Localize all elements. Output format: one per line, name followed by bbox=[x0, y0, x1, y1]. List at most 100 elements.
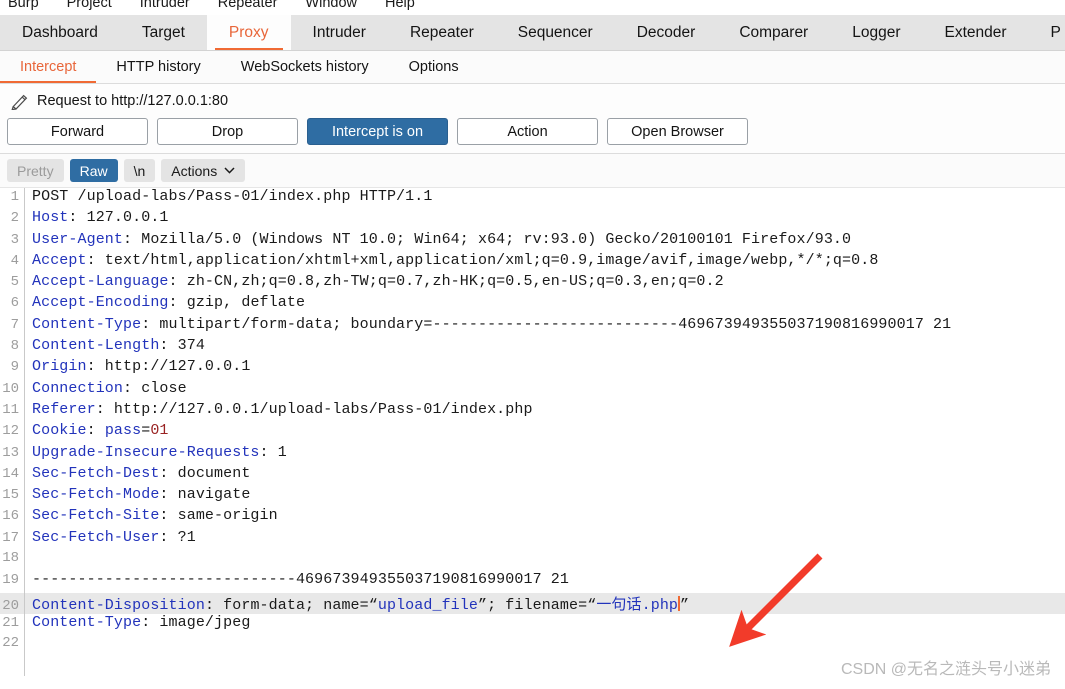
code-span: : 374 bbox=[159, 337, 205, 355]
code-line-10[interactable]: 10 Connection: close bbox=[0, 380, 1065, 401]
code-line-22[interactable]: 22 bbox=[0, 635, 1065, 656]
code-line-21[interactable]: 21 Content-Type: image/jpeg bbox=[0, 614, 1065, 635]
code-line-4[interactable]: 4 Accept: text/html,application/xhtml+xml… bbox=[0, 252, 1065, 273]
newline-toggle-button[interactable]: \n bbox=[123, 159, 156, 182]
editor-toolbar: Pretty Raw \n Actions bbox=[0, 154, 1065, 188]
subtab-websockets-history[interactable]: WebSockets history bbox=[221, 51, 389, 83]
tab-sequencer[interactable]: Sequencer bbox=[496, 15, 615, 50]
line-content: Content-Length: 374 bbox=[24, 337, 205, 354]
line-number-gutter-divider bbox=[0, 188, 25, 676]
code-line-8[interactable]: 8 Content-Length: 374 bbox=[0, 337, 1065, 358]
menu-item-burp[interactable]: Burp bbox=[8, 0, 39, 11]
subtab-http-history[interactable]: HTTP history bbox=[96, 51, 220, 83]
code-line-5[interactable]: 5 Accept-Language: zh-CN,zh;q=0.8,zh-TW;q… bbox=[0, 273, 1065, 294]
menu-bar: Burp Project Intruder Repeater Window He… bbox=[0, 0, 1065, 15]
line-content: User-Agent: Mozilla/5.0 (Windows NT 10.0… bbox=[24, 231, 851, 248]
code-line-2[interactable]: 2 Host: 127.0.0.1 bbox=[0, 209, 1065, 230]
code-line-19[interactable]: 19 -----------------------------469673949… bbox=[0, 571, 1065, 592]
code-line-17[interactable]: 17 Sec-Fetch-User: ?1 bbox=[0, 529, 1065, 550]
line-content: Accept-Encoding: gzip, deflate bbox=[24, 294, 305, 311]
code-span: -----------------------------46967394935… bbox=[32, 571, 569, 589]
code-span: : 127.0.0.1 bbox=[68, 209, 169, 227]
tab-logger[interactable]: Logger bbox=[830, 15, 922, 50]
subtab-options[interactable]: Options bbox=[389, 51, 479, 83]
menu-item-intruder[interactable]: Intruder bbox=[140, 0, 190, 11]
tab-dashboard[interactable]: Dashboard bbox=[0, 15, 120, 50]
code-span: Accept-Language bbox=[32, 273, 169, 291]
code-span: Accept bbox=[32, 251, 87, 269]
request-editor[interactable]: 1 POST /upload-labs/Pass-01/index.php HTT… bbox=[0, 188, 1065, 676]
line-content: Sec-Fetch-Site: same-origin bbox=[24, 507, 278, 524]
code-span: ” bbox=[680, 596, 690, 614]
code-line-16[interactable]: 16 Sec-Fetch-Site: same-origin bbox=[0, 507, 1065, 528]
code-span: Accept-Encoding bbox=[32, 294, 169, 312]
code-span: User-Agent bbox=[32, 230, 124, 248]
code-line-6[interactable]: 6 Accept-Encoding: gzip, deflate bbox=[0, 294, 1065, 315]
raw-view-button[interactable]: Raw bbox=[69, 159, 118, 182]
line-content: Sec-Fetch-Mode: navigate bbox=[24, 486, 250, 503]
tab-target[interactable]: Target bbox=[120, 15, 207, 50]
line-content: Connection: close bbox=[24, 380, 187, 397]
tab-repeater[interactable]: Repeater bbox=[388, 15, 496, 50]
chevron-down-icon bbox=[224, 167, 235, 174]
menu-item-project[interactable]: Project bbox=[67, 0, 112, 11]
code-span: Host bbox=[32, 209, 69, 227]
open-browser-button[interactable]: Open Browser bbox=[607, 118, 748, 145]
drop-button[interactable]: Drop bbox=[157, 118, 298, 145]
tab-comparer[interactable]: Comparer bbox=[717, 15, 830, 50]
code-line-15[interactable]: 15 Sec-Fetch-Mode: navigate bbox=[0, 486, 1065, 507]
line-content: Accept: text/html,application/xhtml+xml,… bbox=[24, 252, 878, 269]
menu-item-help[interactable]: Help bbox=[385, 0, 415, 11]
line-content: POST /upload-labs/Pass-01/index.php HTTP… bbox=[24, 188, 432, 205]
tab-intruder[interactable]: Intruder bbox=[291, 15, 388, 50]
code-span: 一句话.php bbox=[596, 596, 679, 614]
code-span: Cookie bbox=[32, 422, 87, 440]
code-span: : text/html,application/xhtml+xml,applic… bbox=[86, 251, 879, 269]
code-line-20[interactable]: 20 Content-Disposition: form-data; name=“… bbox=[0, 592, 1065, 614]
tab-decoder[interactable]: Decoder bbox=[615, 15, 718, 50]
line-content: Sec-Fetch-User: ?1 bbox=[24, 529, 196, 546]
pencil-icon bbox=[11, 94, 28, 110]
tab-proxy[interactable]: Proxy bbox=[206, 15, 291, 50]
intercept-toggle-button[interactable]: Intercept is on bbox=[307, 118, 448, 145]
code-line-12[interactable]: 12 Cookie: pass=01 bbox=[0, 422, 1065, 443]
code-span: pass bbox=[104, 422, 142, 440]
code-line-18[interactable]: 18 bbox=[0, 550, 1065, 571]
code-span: 01 bbox=[150, 422, 169, 440]
forward-button[interactable]: Forward bbox=[7, 118, 148, 145]
subtab-intercept[interactable]: Intercept bbox=[0, 51, 97, 83]
line-content: Content-Type: image/jpeg bbox=[24, 614, 250, 631]
code-line-3[interactable]: 3 User-Agent: Mozilla/5.0 (Windows NT 10.… bbox=[0, 231, 1065, 252]
code-span: Content-Type bbox=[32, 315, 142, 333]
pretty-view-button[interactable]: Pretty bbox=[7, 159, 64, 182]
code-line-11[interactable]: 11 Referer: http://127.0.0.1/upload-labs/… bbox=[0, 401, 1065, 422]
code-span: Sec-Fetch-Site bbox=[32, 507, 160, 525]
code-span: Content-Length bbox=[32, 337, 160, 355]
code-span: Sec-Fetch-User bbox=[32, 528, 160, 546]
code-line-13[interactable]: 13 Upgrade-Insecure-Requests: 1 bbox=[0, 444, 1065, 465]
code-line-7[interactable]: 7 Content-Type: multipart/form-data; boun… bbox=[0, 316, 1065, 337]
code-line-14[interactable]: 14 Sec-Fetch-Dest: document bbox=[0, 465, 1065, 486]
code-span: Content-Type bbox=[32, 613, 142, 631]
tab-extender[interactable]: Extender bbox=[923, 15, 1029, 50]
code-span: : gzip, deflate bbox=[168, 294, 306, 312]
code-span: ”; filename=“ bbox=[478, 596, 597, 614]
actions-menu-label: Actions bbox=[171, 162, 218, 179]
code-span: : bbox=[86, 422, 105, 440]
code-span: = bbox=[141, 422, 151, 440]
line-content: Upgrade-Insecure-Requests: 1 bbox=[24, 444, 287, 461]
code-span: : multipart/form-data; boundary=--------… bbox=[141, 315, 952, 333]
actions-menu-button[interactable]: Actions bbox=[161, 159, 246, 182]
code-line-9[interactable]: 9 Origin: http://127.0.0.1 bbox=[0, 358, 1065, 379]
action-button[interactable]: Action bbox=[457, 118, 598, 145]
code-span: : image/jpeg bbox=[141, 613, 251, 631]
menu-item-window[interactable]: Window bbox=[305, 0, 357, 11]
request-code-lines[interactable]: 1 POST /upload-labs/Pass-01/index.php HTT… bbox=[0, 188, 1065, 657]
code-span: : ?1 bbox=[159, 528, 196, 546]
line-content: Sec-Fetch-Dest: document bbox=[24, 465, 250, 482]
tab-project-options[interactable]: P bbox=[1029, 15, 1065, 50]
menu-item-repeater[interactable]: Repeater bbox=[218, 0, 278, 11]
code-span: upload_file bbox=[377, 596, 478, 614]
code-span: Upgrade-Insecure-Requests bbox=[32, 443, 260, 461]
code-line-1[interactable]: 1 POST /upload-labs/Pass-01/index.php HTT… bbox=[0, 188, 1065, 209]
